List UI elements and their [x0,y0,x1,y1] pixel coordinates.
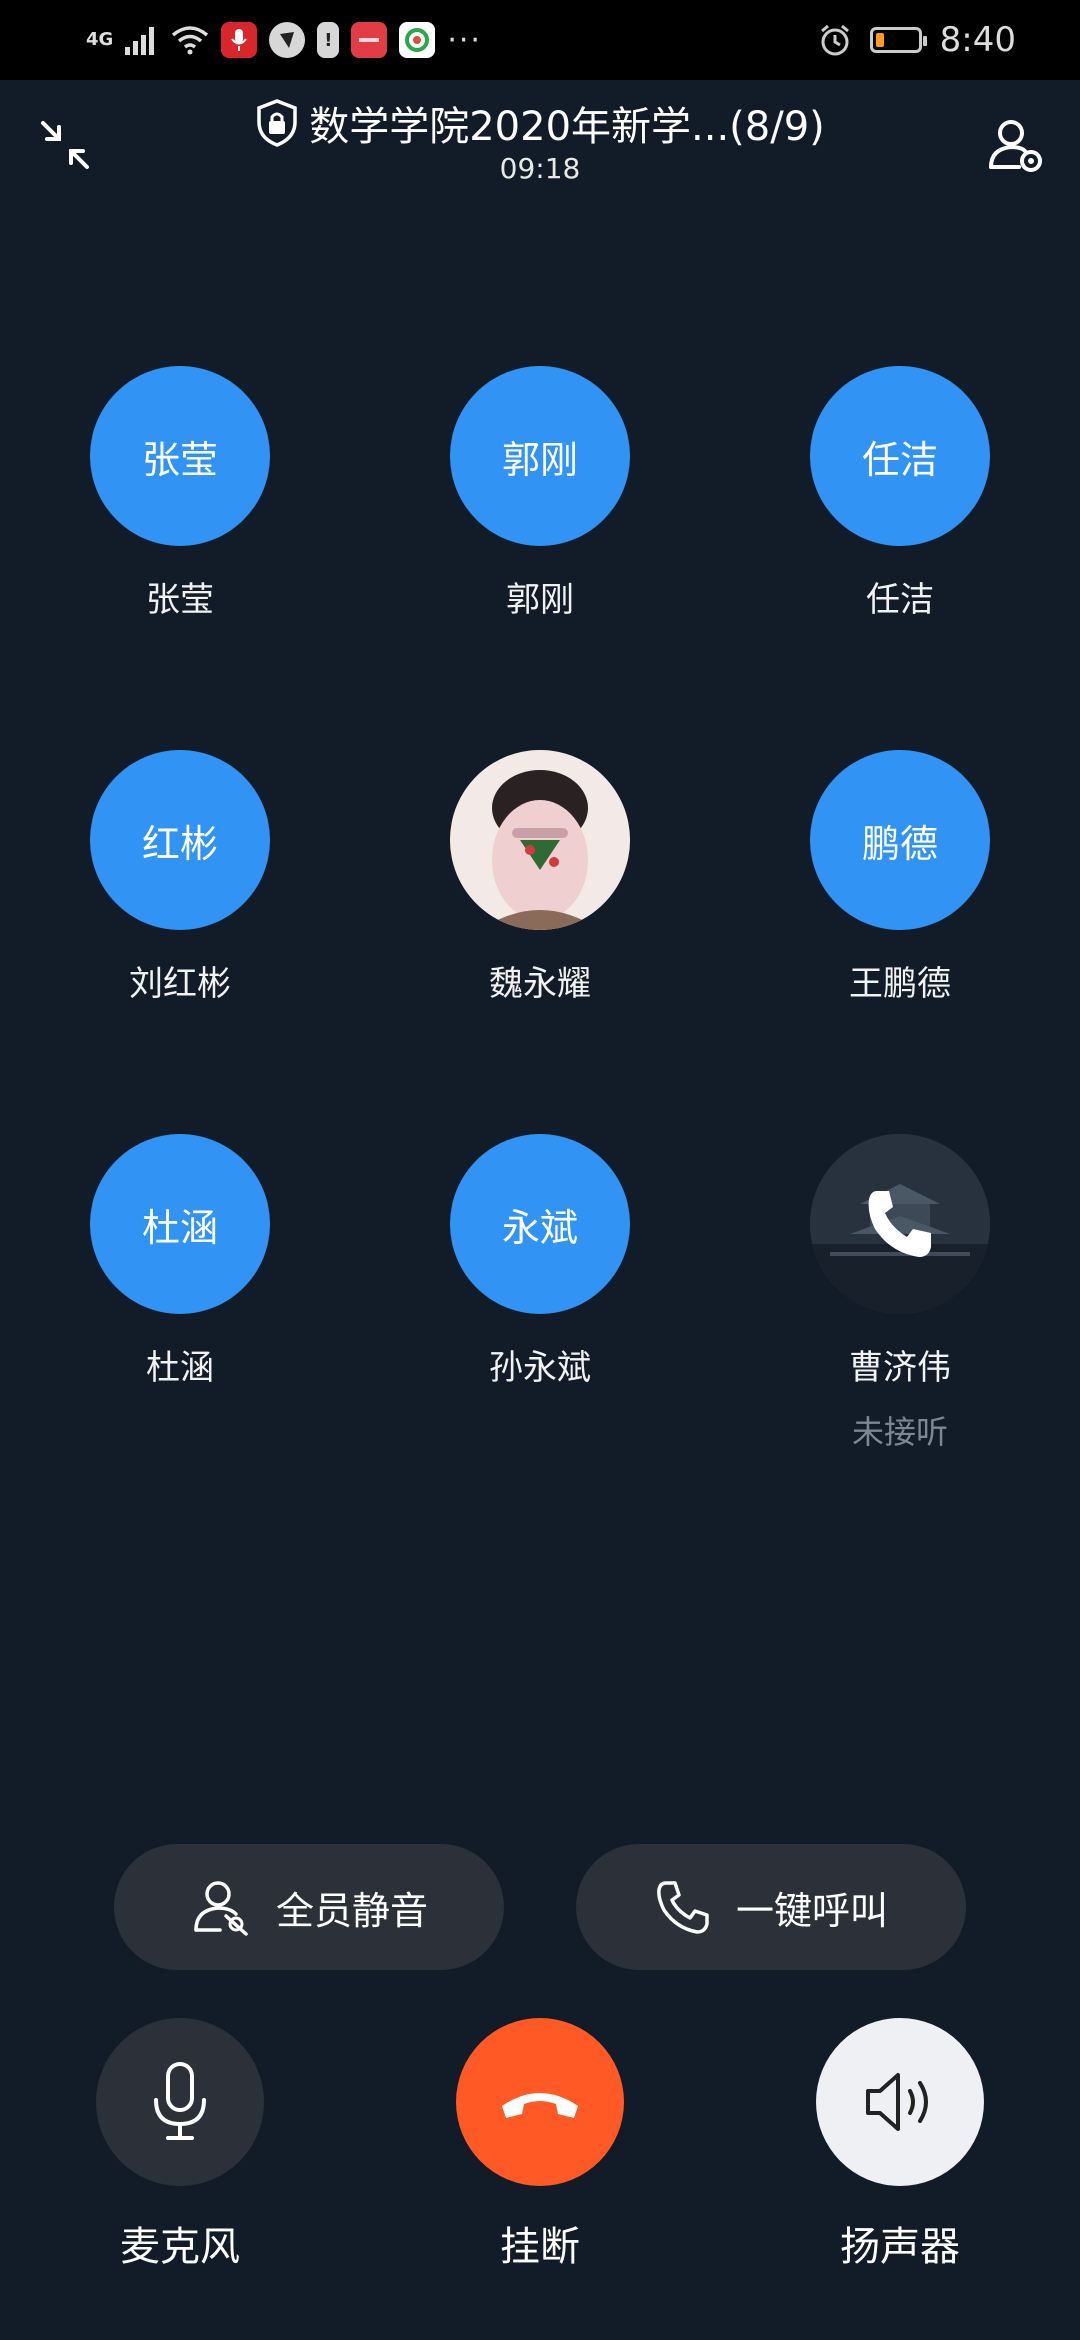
avatar: 杜涵 [90,1134,270,1314]
call-all-label: 一键呼叫 [735,1888,888,1933]
participant-status: 未接听 [851,1413,948,1451]
avatar: 鹏德 [810,750,990,930]
call-duration: 09:18 [499,152,581,185]
call-title: 数学学院2020年新学...(8/9) [309,104,825,150]
speaker-icon [866,2073,928,2131]
participant-name: 张莹 [146,580,214,620]
status-right-icons: 8:40 [818,0,1016,80]
microphone-control[interactable]: 麦克风 [50,2018,310,2272]
signal-icon [125,27,155,55]
status-left-icons: 4G ! ··· [86,0,482,80]
phone-icon [868,1191,931,1257]
avatar: 红彬 [90,750,270,930]
more-notifications: ··· [447,22,482,58]
alarm-icon [820,24,849,56]
avatar-photo [810,1134,990,1314]
participant-tile[interactable]: 任洁 任洁 [770,366,1030,621]
participant-name: 孙永斌 [489,1348,591,1388]
participant-name: 曹济伟 [849,1348,951,1388]
avatar: 郭刚 [450,366,630,546]
battery-icon [869,27,927,53]
hangup-control[interactable]: 挂断 [410,2018,670,2272]
lock-shield-icon [257,99,297,147]
title-row: 数学学院2020年新学...(8/9) [150,94,930,152]
clock: 8:40 [939,20,1016,60]
speaker-control[interactable]: 扬声器 [770,2018,1030,2272]
participant-tile[interactable]: 鹏德 王鹏德 [770,750,1030,1005]
participant-name: 魏永耀 [489,964,591,1004]
ringing-overlay [810,1134,990,1314]
alert-icon: ! [317,22,340,58]
participant-name: 刘红彬 [129,964,231,1004]
speaker-button[interactable] [816,2018,984,2186]
participant-tile[interactable]: 郭刚 郭刚 [410,366,670,621]
mute-all-icon [194,1881,248,1936]
photo-avatar-image [450,750,630,930]
huawei-app-icon [351,22,388,58]
participant-tile[interactable]: 魏永耀 [410,750,670,1005]
call-all-button[interactable]: 一键呼叫 [576,1844,966,1970]
avatar: 张莹 [90,366,270,546]
call-header: 数学学院2020年新学...(8/9) 09:18 [0,80,1080,210]
participant-tile[interactable]: 曹济伟 未接听 [770,1134,1030,1453]
hangup-icon [502,2093,578,2118]
participant-name: 杜涵 [146,1348,214,1388]
phone-outline-icon [657,1881,709,1934]
microphone-button[interactable] [96,2018,264,2186]
avatar-photo [450,750,630,930]
microphone-label: 麦克风 [120,2224,240,2270]
avatar: 永斌 [450,1134,630,1314]
camera-app-icon [399,22,436,58]
mic-app-icon [221,22,258,58]
hangup-button[interactable] [456,2018,624,2186]
mute-all-button[interactable]: 全员静音 [114,1844,504,1970]
shield-app-icon [269,22,306,58]
avatar: 任洁 [810,366,990,546]
participant-tile[interactable]: 杜涵 杜涵 [50,1134,310,1389]
user-settings-icon [989,120,1042,172]
participant-name: 王鹏德 [849,964,951,1004]
wifi-icon [172,26,209,55]
participant-tile[interactable]: 红彬 刘红彬 [50,750,310,1005]
speaker-label: 扬声器 [840,2224,960,2270]
hangup-label: 挂断 [500,2224,580,2270]
mute-all-label: 全员静音 [275,1888,428,1933]
participant-name: 郭刚 [506,580,574,620]
manage-members-button[interactable] [978,108,1052,182]
network-type: 4G [86,29,114,50]
participant-name: 任洁 [866,580,934,620]
status-bar: 4G ! ··· 8:40 [0,0,1080,80]
microphone-icon [154,2062,206,2140]
participant-tile[interactable]: 张莹 张莹 [50,366,310,621]
participant-tile[interactable]: 永斌 孙永斌 [410,1134,670,1389]
